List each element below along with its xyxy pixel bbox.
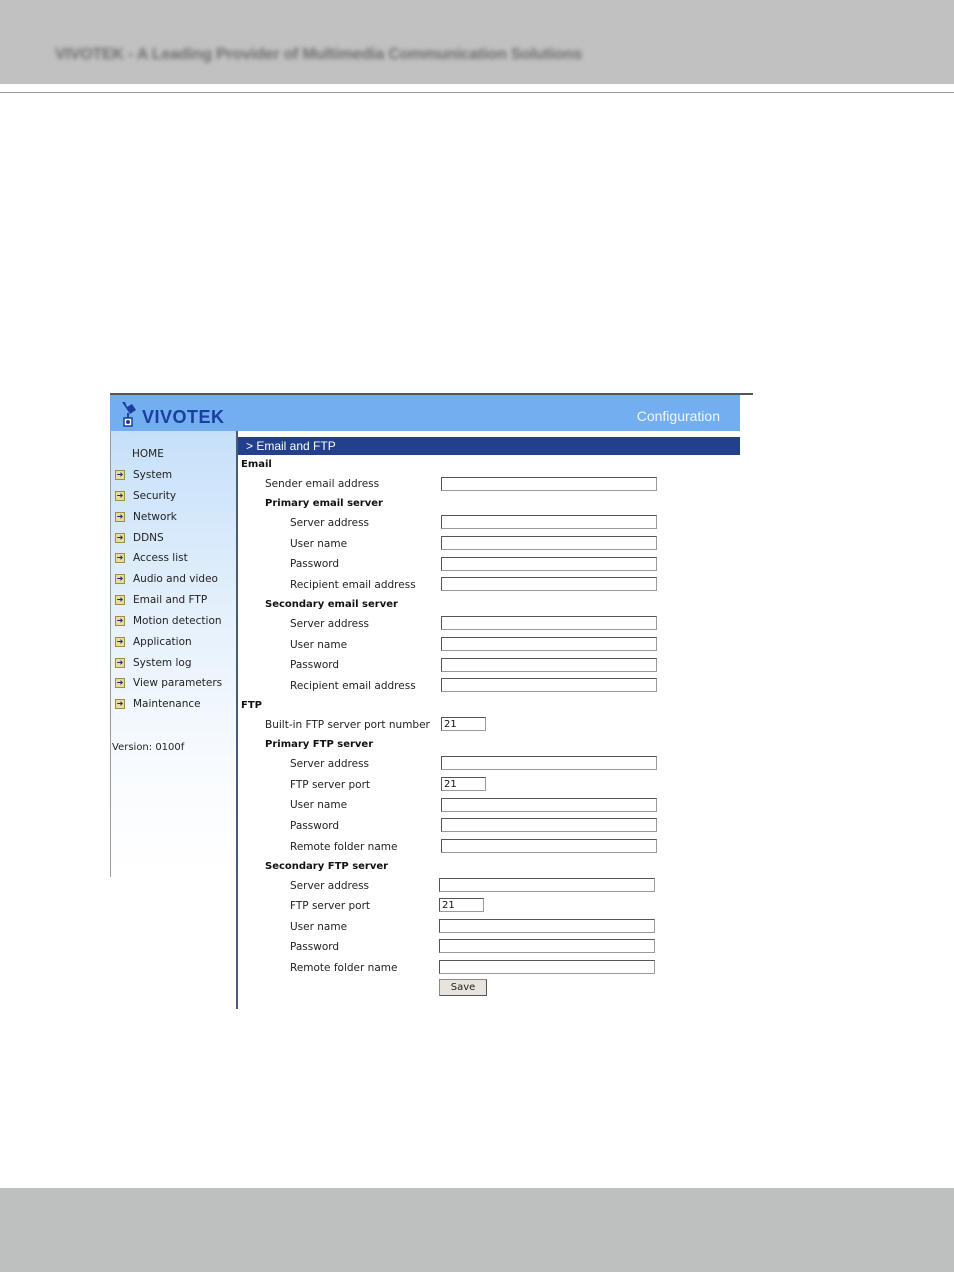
- arrow-right-icon: ➜: [115, 512, 125, 522]
- primary-email-user-label: User name: [290, 538, 348, 550]
- section-title-ftp: FTP: [241, 700, 262, 711]
- builtin-ftp-port-input[interactable]: [441, 717, 486, 731]
- sidebar-item-home[interactable]: HOME: [132, 448, 164, 460]
- sidebar-item-label: Network: [133, 511, 177, 523]
- arrow-right-icon: ➜: [115, 595, 125, 605]
- breadcrumb-text: > Email and FTP: [246, 439, 336, 453]
- sidebar-item-system[interactable]: ➜ System: [115, 468, 172, 482]
- primary-email-server-input[interactable]: [441, 515, 657, 529]
- secondary-ftp-port-input[interactable]: [439, 898, 484, 912]
- secondary-email-server-label: Server address: [290, 618, 370, 630]
- secondary-ftp-folder-label: Remote folder name: [290, 962, 398, 974]
- primary-ftp-port-label: FTP server port: [290, 779, 371, 791]
- arrow-right-icon: ➜: [115, 678, 125, 688]
- brand-logo[interactable]: VIVOTEK: [120, 401, 225, 427]
- builtin-ftp-port-label: Built-in FTP server port number: [265, 719, 430, 731]
- sidebar-item-network[interactable]: ➜ Network: [115, 510, 177, 524]
- secondary-email-password-input[interactable]: [441, 658, 657, 672]
- secondary-email-server-input[interactable]: [441, 616, 657, 630]
- section-title-email: Email: [241, 459, 272, 470]
- primary-ftp-user-label: User name: [290, 799, 348, 811]
- sidebar-item-email-ftp[interactable]: ➜ Email and FTP: [115, 593, 207, 607]
- section-title-secondary-email: Secondary email server: [265, 599, 398, 610]
- sidebar-item-label: Audio and video: [133, 573, 218, 585]
- sidebar-item-label: Email and FTP: [133, 594, 208, 606]
- arrow-right-icon: ➜: [115, 637, 125, 647]
- arrow-right-icon: ➜: [115, 658, 125, 668]
- primary-ftp-folder-label: Remote folder name: [290, 841, 398, 853]
- secondary-ftp-password-label: Password: [290, 941, 340, 953]
- arrow-right-icon: ➜: [115, 470, 125, 480]
- secondary-ftp-user-input[interactable]: [439, 919, 655, 933]
- primary-ftp-password-input[interactable]: [441, 818, 657, 832]
- page-header-text: VIVOTEK - A Leading Provider of Multimed…: [55, 46, 582, 63]
- primary-ftp-user-input[interactable]: [441, 798, 657, 812]
- arrow-right-icon: ➜: [115, 699, 125, 709]
- page-title: Configuration: [636, 408, 720, 424]
- firmware-version: Version: 0100f: [112, 742, 185, 753]
- camera-logo-icon: [122, 402, 136, 427]
- sidebar-item-view-parameters[interactable]: ➜ View parameters: [115, 676, 222, 690]
- secondary-ftp-user-label: User name: [290, 921, 348, 933]
- page-header-band: VIVOTEK - A Leading Provider of Multimed…: [0, 0, 954, 84]
- sidebar-item-label: Motion detection: [133, 615, 222, 627]
- arrow-right-icon: ➜: [115, 616, 125, 626]
- section-title-secondary-ftp: Secondary FTP server: [265, 861, 389, 872]
- brand-name: VIVOTEK: [142, 407, 225, 427]
- sidebar-item-label: Security: [133, 490, 177, 502]
- primary-email-recipient-input[interactable]: [441, 577, 657, 591]
- page-footer-band: [0, 1188, 954, 1272]
- sidebar-item-label: Application: [133, 636, 192, 648]
- sidebar-item-application[interactable]: ➜ Application: [115, 635, 192, 649]
- sidebar-item-audio-video[interactable]: ➜ Audio and video: [115, 572, 218, 586]
- sidebar-item-motion-detection[interactable]: ➜ Motion detection: [115, 614, 222, 628]
- sender-email-label: Sender email address: [265, 478, 380, 490]
- primary-ftp-password-label: Password: [290, 820, 340, 832]
- sidebar-item-security[interactable]: ➜ Security: [115, 489, 176, 503]
- section-title-primary-email: Primary email server: [265, 498, 383, 509]
- sidebar-item-label: System: [133, 469, 173, 481]
- secondary-ftp-port-label: FTP server port: [290, 900, 371, 912]
- arrow-right-icon: ➜: [115, 553, 125, 563]
- sidebar-item-ddns[interactable]: ➜ DDNS: [115, 531, 164, 545]
- secondary-email-user-input[interactable]: [441, 637, 657, 651]
- primary-email-recipient-label: Recipient email address: [290, 579, 416, 591]
- secondary-email-password-label: Password: [290, 659, 340, 671]
- sidebar-divider: [236, 431, 238, 1009]
- sidebar-item-label: System log: [133, 657, 192, 669]
- header-divider: [0, 92, 954, 93]
- secondary-ftp-server-label: Server address: [290, 880, 370, 892]
- primary-ftp-folder-input[interactable]: [441, 839, 657, 853]
- save-button[interactable]: Save: [439, 979, 487, 996]
- primary-email-password-label: Password: [290, 558, 340, 570]
- sidebar: HOME ➜ System ➜ Security ➜ Network ➜ DDN…: [110, 431, 237, 877]
- breadcrumb: > Email and FTP: [238, 437, 740, 455]
- arrow-right-icon: ➜: [115, 533, 125, 543]
- secondary-email-user-label: User name: [290, 639, 348, 651]
- arrow-right-icon: ➜: [115, 574, 125, 584]
- header-banner: VIVOTEK Configuration: [110, 395, 740, 431]
- sender-email-input[interactable]: [441, 477, 657, 491]
- secondary-email-recipient-input[interactable]: [441, 678, 657, 692]
- primary-ftp-server-label: Server address: [290, 758, 370, 770]
- sidebar-item-label: Maintenance: [133, 698, 201, 710]
- configuration-window: VIVOTEK Configuration HOME ➜ System ➜ Se…: [110, 393, 753, 1009]
- primary-email-server-label: Server address: [290, 517, 370, 529]
- sidebar-item-label: View parameters: [133, 677, 223, 689]
- section-title-primary-ftp: Primary FTP server: [265, 739, 374, 750]
- primary-email-password-input[interactable]: [441, 557, 657, 571]
- secondary-email-recipient-label: Recipient email address: [290, 680, 416, 692]
- secondary-ftp-password-input[interactable]: [439, 939, 655, 953]
- primary-email-user-input[interactable]: [441, 536, 657, 550]
- secondary-ftp-server-input[interactable]: [439, 878, 655, 892]
- primary-ftp-server-input[interactable]: [441, 756, 657, 770]
- sidebar-item-label: DDNS: [133, 532, 164, 544]
- sidebar-item-system-log[interactable]: ➜ System log: [115, 656, 192, 670]
- sidebar-item-maintenance[interactable]: ➜ Maintenance: [115, 697, 201, 711]
- sidebar-item-access-list[interactable]: ➜ Access list: [115, 551, 188, 565]
- arrow-right-icon: ➜: [115, 491, 125, 501]
- secondary-ftp-folder-input[interactable]: [439, 960, 655, 974]
- primary-ftp-port-input[interactable]: [441, 777, 486, 791]
- sidebar-item-label: Access list: [133, 552, 188, 564]
